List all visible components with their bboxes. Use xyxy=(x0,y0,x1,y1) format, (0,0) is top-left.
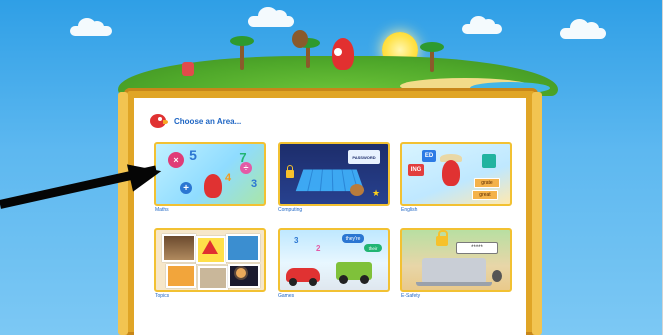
photo-insect xyxy=(198,266,228,290)
palm-tree-icon xyxy=(420,42,444,72)
parrot-icon xyxy=(204,174,222,198)
word-bubble: they're xyxy=(342,234,364,243)
race-car-icon xyxy=(286,268,320,286)
tile-label-computing[interactable]: Computing xyxy=(278,207,302,213)
laptop-icon xyxy=(416,258,492,286)
tile-english[interactable]: ED ING grate great xyxy=(400,142,512,206)
page-title: Choose an Area... xyxy=(174,116,242,126)
number-four-icon: 4 xyxy=(224,172,232,184)
book-icon xyxy=(482,154,496,168)
tile-computing[interactable]: PASSWORD ★ xyxy=(278,142,390,206)
parrot-mascot-icon xyxy=(332,38,354,70)
password-field: ***** xyxy=(456,242,498,254)
photo-parrot xyxy=(226,234,260,262)
monkey-icon xyxy=(292,30,308,48)
tile-label-games[interactable]: Games xyxy=(278,293,294,299)
multiply-bubble-icon: × xyxy=(168,152,184,168)
word-card: grate xyxy=(474,178,500,188)
robot-icon xyxy=(182,62,194,76)
photo-explorer xyxy=(162,234,196,262)
board-post-left xyxy=(118,92,128,335)
parrot-icon xyxy=(148,112,168,130)
book-icon: ING xyxy=(408,164,424,176)
mouse-icon xyxy=(492,270,502,282)
book-icon: ED xyxy=(422,150,436,162)
cloud xyxy=(560,19,606,39)
password-box: PASSWORD xyxy=(348,150,380,164)
tile-esafety[interactable]: ***** xyxy=(400,228,512,292)
tile-topics[interactable] xyxy=(154,228,266,292)
photo-lion xyxy=(166,264,196,288)
tile-label-topics[interactable]: Topics xyxy=(155,293,169,299)
board-post-right xyxy=(532,92,542,335)
warning-sign-icon xyxy=(202,240,218,254)
window-edge xyxy=(662,0,668,335)
tile-label-english[interactable]: English xyxy=(401,207,417,213)
divide-bubble-icon: ÷ xyxy=(240,162,252,174)
number-icon: 2 xyxy=(316,244,321,253)
tile-label-maths[interactable]: Maths xyxy=(155,207,169,213)
plus-bubble-icon: + xyxy=(180,182,192,194)
number-three-icon: 3 xyxy=(250,178,258,190)
parrot-icon xyxy=(442,160,460,186)
panel-header: Choose an Area... xyxy=(148,112,241,130)
palm-tree-icon xyxy=(296,38,320,68)
planet-icon xyxy=(236,268,246,278)
tile-games[interactable]: 3 2 they're their xyxy=(278,228,390,292)
padlock-icon xyxy=(436,230,448,246)
word-card: great xyxy=(472,190,498,200)
tile-maths[interactable]: × 5 7 4 3 ÷ + xyxy=(154,142,266,206)
cloud xyxy=(248,7,294,27)
word-bubble: their xyxy=(364,244,382,252)
number-icon: 3 xyxy=(294,236,299,245)
cloud xyxy=(70,18,112,36)
number-five-icon: 5 xyxy=(189,147,197,163)
lock-icon xyxy=(286,165,294,178)
monster-truck-icon xyxy=(336,262,372,284)
bear-icon xyxy=(350,184,364,196)
tile-label-esafety[interactable]: E-Safety xyxy=(401,293,420,299)
cloud xyxy=(462,16,502,34)
star-icon: ★ xyxy=(372,188,381,198)
palm-tree-icon xyxy=(230,36,254,70)
area-panel xyxy=(134,98,526,335)
